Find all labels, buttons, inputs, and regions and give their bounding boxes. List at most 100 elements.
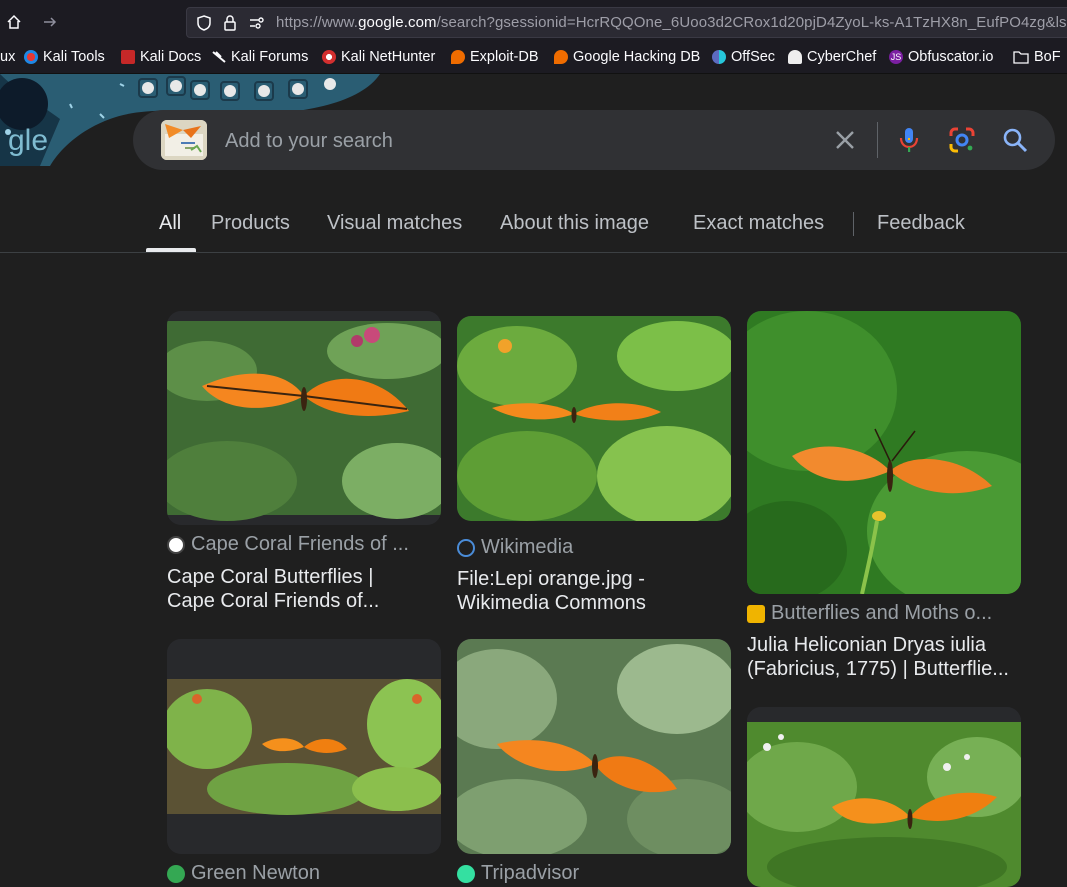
folder-icon xyxy=(1013,51,1029,64)
bookmark-label: Exploit-DB xyxy=(470,49,539,65)
lock-icon[interactable] xyxy=(221,14,239,32)
bookmark-label: Kali Tools xyxy=(43,49,105,65)
bookmark-label: Kali NetHunter xyxy=(341,49,436,65)
bookmark-kali-nethunter[interactable]: Kali NetHunter xyxy=(322,49,435,65)
result-image[interactable] xyxy=(747,707,1021,887)
bookmark-cyberchef[interactable]: CyberChef xyxy=(788,49,876,65)
microphone-icon xyxy=(899,128,919,152)
offsec-icon xyxy=(712,50,726,64)
source-name: Cape Coral Friends of ... xyxy=(191,533,409,555)
forward-arrow-icon xyxy=(44,17,57,27)
result-source[interactable]: Tripadvisor xyxy=(457,862,731,885)
result-card[interactable]: Tripadvisor xyxy=(457,639,731,884)
tab-all[interactable]: All xyxy=(159,212,181,235)
butterfly-photo xyxy=(457,316,731,521)
query-image xyxy=(161,120,207,160)
butterfly-photo xyxy=(747,707,1021,887)
tab-products[interactable]: Products xyxy=(211,212,290,235)
title-line: File:Lepi orange.jpg - xyxy=(457,568,645,590)
result-card[interactable] xyxy=(747,707,1021,887)
result-image[interactable] xyxy=(457,639,731,854)
tab-divider xyxy=(853,212,854,236)
nethunter-icon xyxy=(322,50,336,64)
close-icon xyxy=(836,131,854,149)
bookmark-label: Kali Docs xyxy=(140,49,202,65)
bookmark-kali-docs[interactable]: Kali Docs xyxy=(121,49,201,65)
url-bar[interactable]: https://www.google.com/search?gsessionid… xyxy=(186,7,1067,38)
search-input[interactable] xyxy=(223,122,807,160)
url-text[interactable]: https://www.google.com/search?gsessionid… xyxy=(276,14,1067,31)
exploitdb-icon xyxy=(554,50,568,64)
search-box-divider xyxy=(877,122,878,158)
result-source[interactable]: Cape Coral Friends of ... xyxy=(167,533,441,556)
js-icon: JS xyxy=(889,50,903,64)
url-prefix: https://www. xyxy=(276,14,359,31)
google-logo-text: gle xyxy=(8,124,49,157)
butterfly-photo xyxy=(167,639,441,854)
search-button[interactable] xyxy=(1001,126,1029,154)
feedback-link[interactable]: Feedback xyxy=(877,212,965,235)
home-icon xyxy=(7,14,21,29)
title-line: Cape Coral Butterflies | xyxy=(167,566,374,588)
bookmark-kali-forums[interactable]: Kali Forums xyxy=(212,49,308,65)
bookmark-exploit-db[interactable]: Exploit-DB xyxy=(451,49,539,65)
url-path: /search?gsessionid=HcrRQQOne_6Uoo3d2CRox… xyxy=(436,14,1067,31)
result-card[interactable]: Butterflies and Moths o... Julia Helicon… xyxy=(747,311,1021,691)
bookmark-offsec[interactable]: OffSec xyxy=(712,49,775,65)
permissions-icon[interactable] xyxy=(247,14,265,32)
tab-exact-matches[interactable]: Exact matches xyxy=(693,212,824,235)
butterfly-photo xyxy=(167,311,441,525)
forward-button[interactable] xyxy=(38,10,62,34)
tab-visual-matches[interactable]: Visual matches xyxy=(327,212,462,235)
lens-icon xyxy=(949,127,975,153)
bookmark-ux[interactable]: ux xyxy=(0,49,15,65)
bookmark-label: Google Hacking DB xyxy=(573,49,701,65)
kali-docs-icon xyxy=(121,50,135,64)
result-card[interactable]: Wikimedia File:Lepi orange.jpg - Wikimedi… xyxy=(457,316,731,616)
url-host: google.com xyxy=(358,14,437,31)
result-image[interactable] xyxy=(167,639,441,854)
google-lens-button[interactable] xyxy=(948,126,976,154)
bookmark-google-hacking-db[interactable]: Google Hacking DB xyxy=(554,49,700,65)
bookmark-label: Kali Forums xyxy=(231,49,309,65)
result-source[interactable]: Wikimedia xyxy=(457,536,731,559)
results-tabs: All Products Visual matches About this i… xyxy=(0,200,1067,253)
query-image-thumbnail[interactable] xyxy=(161,120,207,160)
bookmark-folder-bof[interactable]: BoF xyxy=(1013,49,1061,65)
title-line: Cape Coral Friends of... xyxy=(167,590,380,612)
home-button[interactable] xyxy=(2,10,26,34)
source-name: Butterflies and Moths o... xyxy=(771,602,993,624)
title-line: Wikimedia Commons xyxy=(457,592,646,614)
result-title[interactable]: Julia Heliconian Dryas iulia (Fabricius, … xyxy=(747,633,1021,681)
exploitdb-icon xyxy=(451,50,465,64)
title-line: Julia Heliconian Dryas iulia xyxy=(747,634,986,656)
result-title[interactable]: File:Lepi orange.jpg - Wikimedia Commons xyxy=(457,567,731,615)
tab-about-this-image[interactable]: About this image xyxy=(500,212,649,235)
result-source[interactable]: Butterflies and Moths o... xyxy=(747,602,1021,625)
bookmark-label: CyberChef xyxy=(807,49,877,65)
source-name: Wikimedia xyxy=(481,536,574,558)
result-image[interactable] xyxy=(167,311,441,525)
search-box[interactable] xyxy=(133,110,1055,170)
result-image[interactable] xyxy=(747,311,1021,594)
bookmark-label: OffSec xyxy=(731,49,776,65)
butterfly-photo xyxy=(747,311,1021,594)
tracking-shield-icon[interactable] xyxy=(195,14,213,32)
bookmark-obfuscator[interactable]: JS Obfuscator.io xyxy=(889,49,993,65)
result-image[interactable] xyxy=(457,316,731,521)
browser-toolbar: https://www.google.com/search?gsessionid… xyxy=(0,0,1067,45)
bookmark-kali-tools[interactable]: Kali Tools xyxy=(24,49,105,65)
result-title[interactable]: Cape Coral Butterflies | Cape Coral Frien… xyxy=(167,565,441,613)
result-card[interactable]: Cape Coral Friends of ... Cape Coral But… xyxy=(167,311,441,613)
search-icon xyxy=(1003,128,1028,153)
wikimedia-icon xyxy=(457,538,475,557)
bookmark-label: ux xyxy=(0,49,16,65)
kali-icon xyxy=(24,50,38,64)
result-source[interactable]: Green Newton xyxy=(167,862,441,885)
result-card[interactable]: Green Newton xyxy=(167,639,441,884)
clear-search-button[interactable] xyxy=(831,126,859,154)
voice-search-button[interactable] xyxy=(895,126,923,154)
bookmarks-toolbar: ux Kali Tools Kali Docs Kali Forums Kali… xyxy=(0,44,1067,74)
kali-dragon-icon xyxy=(212,51,226,63)
bookmark-label: Obfuscator.io xyxy=(908,49,994,65)
